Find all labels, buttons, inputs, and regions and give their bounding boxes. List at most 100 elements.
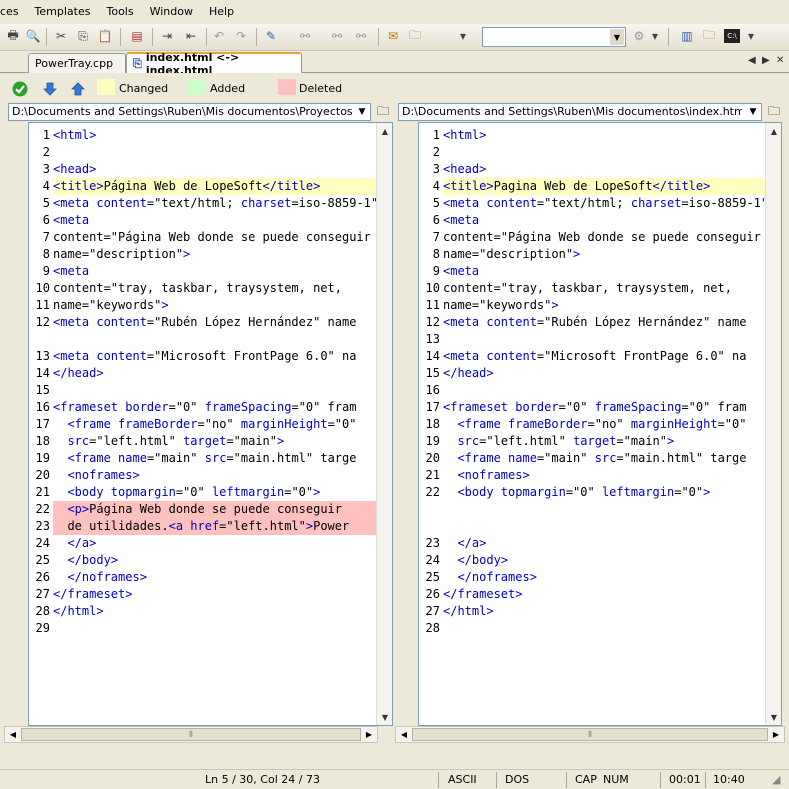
code-line[interactable]: 18 src="left.html" target="main">	[29, 433, 376, 450]
redo-icon[interactable]: ↷	[232, 27, 250, 45]
prev-difference-icon[interactable]: ⚯	[352, 27, 370, 45]
code-line[interactable]: 28 </html>	[29, 603, 376, 620]
document-icon[interactable]: ▥	[678, 27, 696, 45]
scroll-left-icon[interactable]: ◀	[5, 727, 21, 742]
code-line[interactable]: 12 <meta content="Rubén López Hernández" …	[29, 314, 376, 331]
code-line[interactable]: 21 <body topmargin="0" leftmargin="0">	[29, 484, 376, 501]
code-line[interactable]: 4 <title>Página Web de LopeSoft</title>	[29, 178, 376, 195]
code-line[interactable]: 19 src="left.html" target="main">	[419, 433, 765, 450]
left-code-view[interactable]: 1 <html> 2 3 <head> 4 <title>Página Web de Lop…	[29, 123, 376, 725]
tab-index-compare[interactable]: ⎘ index.html <-> index.html	[126, 51, 302, 77]
resize-grip-icon[interactable]: ◢	[772, 773, 780, 787]
code-line[interactable]: 8 name="description">	[29, 246, 376, 263]
menu-templates[interactable]: Templates	[27, 0, 99, 24]
compare-bars-icon[interactable]: ▤	[128, 27, 146, 45]
copy-icon[interactable]: ⎘	[74, 27, 92, 45]
scroll-right-icon[interactable]: ▶	[361, 727, 377, 742]
code-line[interactable]: 10 content="tray, taskbar, traysystem, ne…	[29, 280, 376, 297]
code-line[interactable]: 10 content="tray, taskbar, traysystem, ne…	[419, 280, 765, 297]
go-icon[interactable]: ⚙	[630, 27, 648, 45]
code-line[interactable]: 26 </noframes>	[29, 569, 376, 586]
code-line[interactable]: 22 <body topmargin="0" leftmargin="0">	[419, 484, 765, 501]
code-line[interactable]: 5 <meta content="text/html; charset=iso-8…	[419, 195, 765, 212]
code-line[interactable]	[419, 518, 765, 535]
code-line[interactable]: 25 </body>	[29, 552, 376, 569]
code-line[interactable]: 20 <noframes>	[29, 467, 376, 484]
next-difference-icon[interactable]: ⚯	[328, 27, 346, 45]
code-line[interactable]: 24 </a>	[29, 535, 376, 552]
code-line[interactable]: 27 </html>	[419, 603, 765, 620]
code-line[interactable]: 28	[419, 620, 765, 637]
code-line[interactable]: 23 de utilidades.<a href="left.html">Pow…	[29, 518, 376, 535]
code-line[interactable]: 21 <noframes>	[419, 467, 765, 484]
menu-services[interactable]: ces	[0, 0, 27, 24]
code-line[interactable]: 17 <frame frameBorder="no" marginHeight=…	[29, 416, 376, 433]
code-line[interactable]: 8 name="description">	[419, 246, 765, 263]
code-line[interactable]: 22 <p>Página Web donde se puede consegui…	[29, 501, 376, 518]
code-line[interactable]: 6 <meta	[419, 212, 765, 229]
left-file-path[interactable]: D:\Documents and Settings\Ruben\Mis docu…	[8, 103, 371, 121]
code-line[interactable]: 24 </body>	[419, 552, 765, 569]
code-line[interactable]: 14 </head>	[29, 365, 376, 382]
toolbar-overflow-icon[interactable]: ▾	[650, 27, 660, 45]
cut-icon[interactable]: ✂	[52, 27, 70, 45]
code-line[interactable]: 5 <meta content="text/html; charset=iso-8…	[29, 195, 376, 212]
tab-powertray[interactable]: PowerTray.cpp	[28, 53, 126, 73]
code-line[interactable]: 17 <frameset border="0" frameSpacing="0" …	[419, 399, 765, 416]
menu-window[interactable]: Window	[142, 0, 201, 24]
scroll-right-icon[interactable]: ▶	[768, 727, 784, 742]
code-line[interactable]	[419, 501, 765, 518]
code-line[interactable]: 3 <head>	[419, 161, 765, 178]
scroll-down-icon[interactable]: ▼	[766, 709, 781, 725]
scroll-tabs-right-icon[interactable]: ▶	[762, 55, 770, 66]
code-line[interactable]: 16 <frameset border="0" frameSpacing="0" …	[29, 399, 376, 416]
scroll-thumb[interactable]: ⦀	[21, 728, 361, 741]
scroll-down-icon[interactable]: ▼	[377, 709, 392, 725]
code-line[interactable]: 4 <title>Pagina Web de LopeSoft</title>	[419, 178, 765, 195]
code-line[interactable]: 15 </head>	[419, 365, 765, 382]
find-icon[interactable]: ✎	[262, 27, 280, 45]
code-line[interactable]: 23 </a>	[419, 535, 765, 552]
code-line[interactable]: 12 <meta content="Rubén López Hernández" …	[419, 314, 765, 331]
code-line[interactable]: 13 <meta content="Microsoft FrontPage 6.0…	[29, 348, 376, 365]
folder-icon[interactable]: 🗀	[700, 27, 718, 45]
undo-icon[interactable]: ↶	[210, 27, 228, 45]
menu-tools[interactable]: Tools	[98, 0, 141, 24]
code-line[interactable]: 1 <html>	[29, 127, 376, 144]
scroll-tabs-left-icon[interactable]: ◀	[748, 55, 756, 66]
open-folder-icon[interactable]: 🗀	[406, 27, 424, 45]
right-horizontal-scrollbar[interactable]: ◀ ⦀ ▶	[395, 726, 785, 743]
code-line[interactable]: 27 </frameset>	[29, 586, 376, 603]
right-browse-folder-icon[interactable]: 🗀	[765, 103, 783, 121]
scroll-up-icon[interactable]: ▲	[766, 123, 781, 139]
code-line[interactable]: 18 <frame frameBorder="no" marginHeight=…	[419, 416, 765, 433]
code-line[interactable]: 7 content="Página Web donde se puede cons…	[419, 229, 765, 246]
scroll-up-icon[interactable]: ▲	[377, 123, 392, 139]
code-line[interactable]: 9 <meta	[29, 263, 376, 280]
chevron-down-icon[interactable]: ▼	[746, 105, 760, 119]
print-preview-icon[interactable]: 🔍	[24, 27, 42, 45]
menu-help[interactable]: Help	[201, 0, 242, 24]
print-icon[interactable]: 🖶	[4, 27, 22, 45]
code-line[interactable]: 26 </frameset>	[419, 586, 765, 603]
code-line[interactable]: 11 name="keywords">	[419, 297, 765, 314]
right-vertical-scrollbar[interactable]: ▲ ▼	[765, 123, 781, 725]
toolbar-overflow-icon[interactable]: ▾	[746, 27, 756, 45]
code-line[interactable]: 6 <meta	[29, 212, 376, 229]
toolbar-overflow-icon[interactable]: ▾	[458, 27, 468, 45]
search-combo[interactable]: ▼	[482, 27, 626, 47]
code-line[interactable]: 16	[419, 382, 765, 399]
code-line[interactable]: 11 name="keywords">	[29, 297, 376, 314]
replace-icon[interactable]: ⚯	[296, 27, 314, 45]
code-line[interactable]: 3 <head>	[29, 161, 376, 178]
code-line[interactable]: 2	[419, 144, 765, 161]
code-line[interactable]: 9 <meta	[419, 263, 765, 280]
chevron-down-icon[interactable]: ▼	[355, 105, 369, 119]
left-horizontal-scrollbar[interactable]: ◀ ⦀ ▶	[4, 726, 378, 743]
code-line[interactable]: 14 <meta content="Microsoft FrontPage 6.0…	[419, 348, 765, 365]
code-line[interactable]: 7 content="Página Web donde se puede cons…	[29, 229, 376, 246]
code-line[interactable]	[29, 331, 376, 348]
code-line[interactable]: 25 </noframes>	[419, 569, 765, 586]
accept-check-icon[interactable]	[12, 81, 28, 97]
left-vertical-scrollbar[interactable]: ▲ ▼	[376, 123, 392, 725]
